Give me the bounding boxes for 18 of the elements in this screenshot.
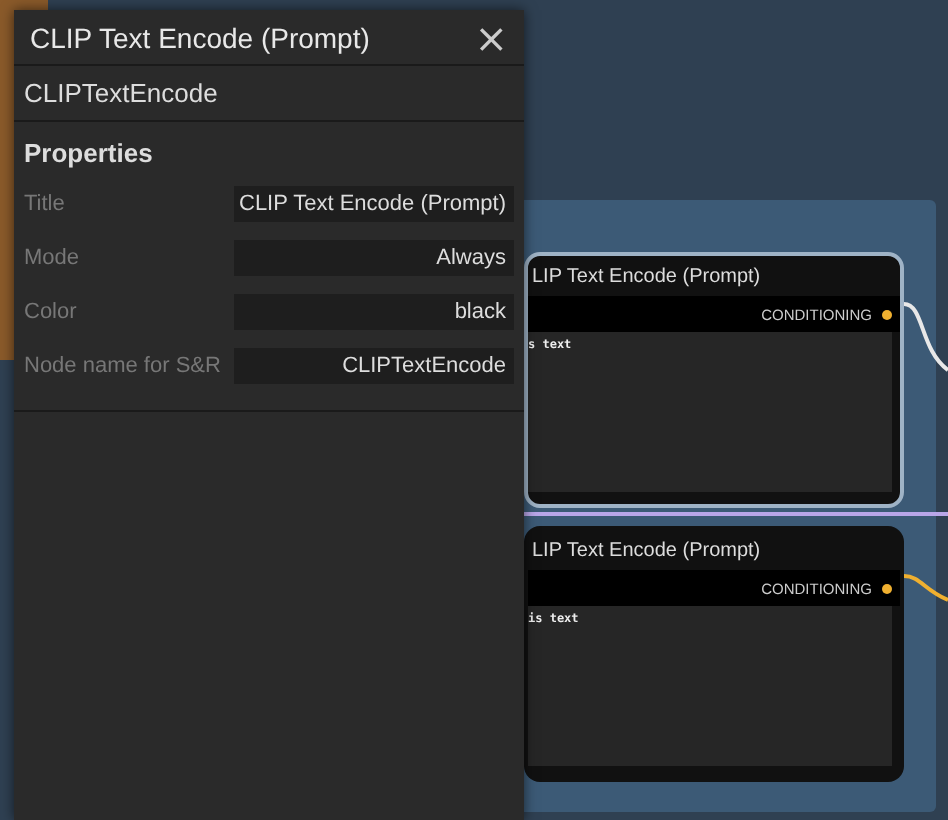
output-dot-icon[interactable] <box>882 583 892 593</box>
property-value-field[interactable]: CLIPTextEncode <box>234 347 514 383</box>
section-heading: Properties <box>22 136 155 172</box>
property-label: Mode <box>24 245 80 269</box>
property-label: Title <box>24 191 65 215</box>
panel-title: CLIP Text Encode (Prompt) <box>30 21 370 53</box>
property-label: Color <box>24 299 77 323</box>
property-value-field[interactable]: black <box>234 293 514 329</box>
node-type: CLIPTextEncode <box>14 66 524 122</box>
link-line <box>904 574 948 602</box>
output-dot-icon[interactable] <box>882 309 892 319</box>
property-value-field[interactable]: Always <box>234 239 514 275</box>
property-value-field[interactable]: CLIP Text Encode (Prompt) <box>234 185 514 221</box>
property-label: Node name for S&R <box>24 353 221 377</box>
close-button[interactable]: × <box>470 17 512 57</box>
link-line <box>904 302 948 374</box>
node-title: LIP Text Encode (Prompt) <box>530 264 763 292</box>
node-title: LIP Text Encode (Prompt) <box>530 538 763 566</box>
